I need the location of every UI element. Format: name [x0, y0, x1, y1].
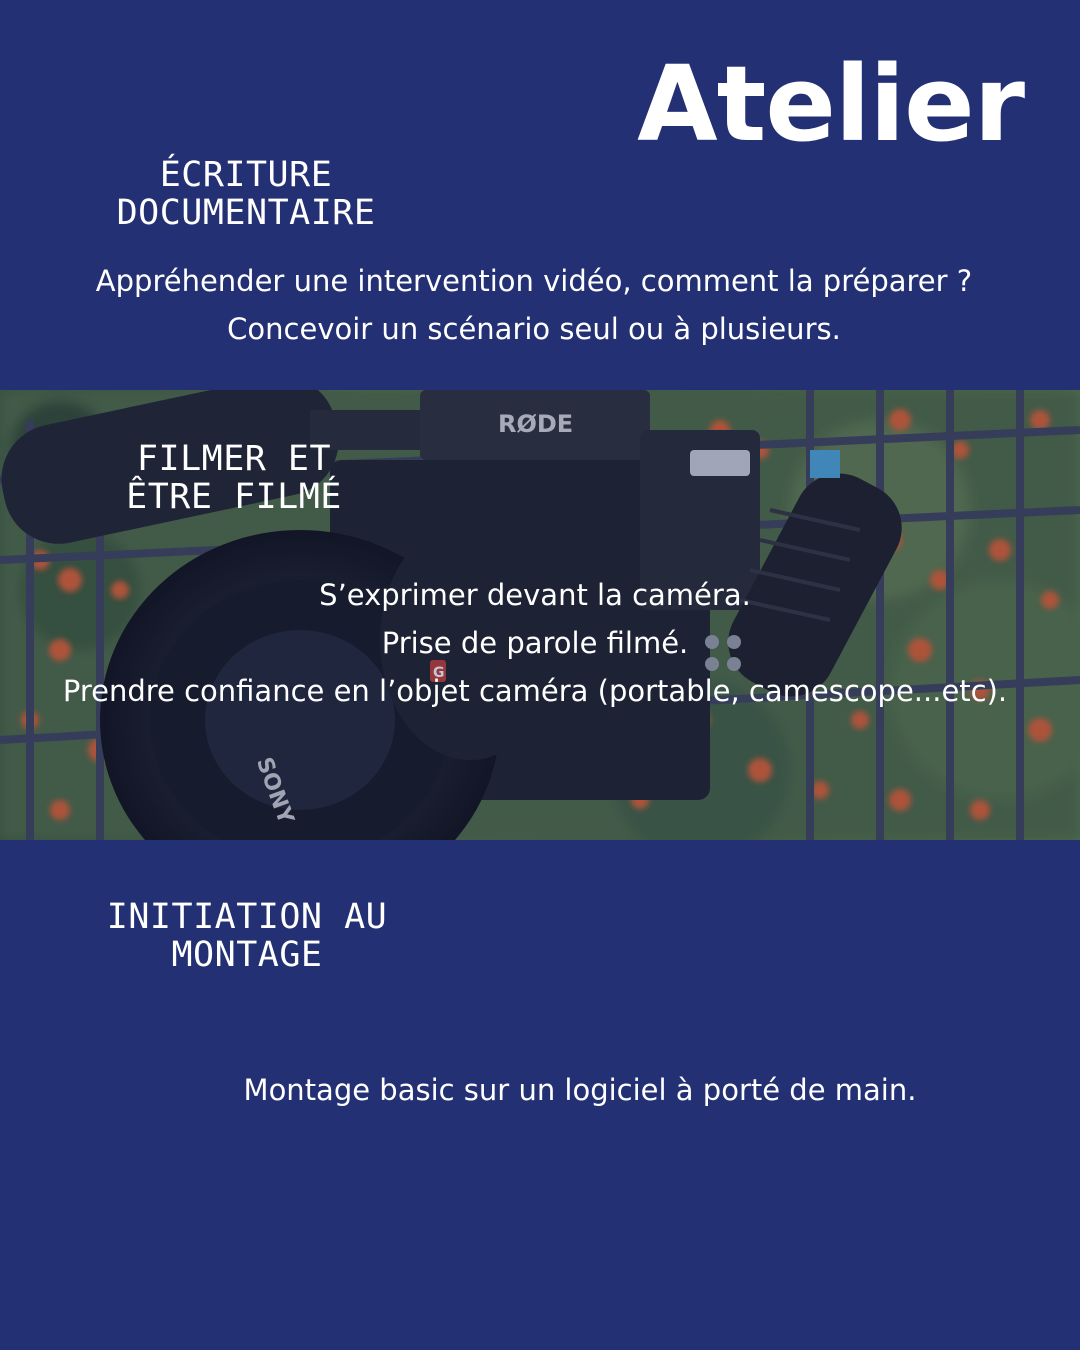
- section-text-ecriture: Appréhender une intervention vidéo, comm…: [0, 257, 1074, 353]
- section-text-filmer: S’exprimer devant la caméra. Prise de pa…: [0, 571, 1075, 715]
- heading-line: MONTAGE: [171, 935, 323, 975]
- text-line: Montage basic sur un logiciel à porté de…: [243, 1073, 917, 1107]
- section-heading-montage: INITIATION AU MONTAGE: [96, 898, 398, 974]
- page-title: Atelier: [637, 43, 1025, 165]
- text-line: Appréhender une intervention vidéo, comm…: [95, 264, 973, 298]
- section-heading-filmer: FILMER ET ÊTRE FILMÉ: [118, 440, 350, 516]
- heading-line: FILMER ET: [136, 439, 332, 479]
- section-text-montage: Montage basic sur un logiciel à porté de…: [40, 1066, 1080, 1114]
- heading-line: DOCUMENTAIRE: [116, 193, 376, 233]
- section-heading-ecriture: ÉCRITURE DOCUMENTAIRE: [108, 156, 384, 232]
- heading-line: ÊTRE FILMÉ: [126, 477, 342, 517]
- text-line: Prendre confiance en l’objet caméra (por…: [62, 674, 1008, 708]
- heading-line: ÉCRITURE: [159, 155, 333, 195]
- text-line: Prise de parole filmé.: [381, 626, 689, 660]
- text-line: S’exprimer devant la caméra.: [319, 578, 751, 612]
- heading-line: INITIATION AU: [106, 897, 388, 937]
- text-line: Concevoir un scénario seul ou à plusieur…: [227, 312, 841, 346]
